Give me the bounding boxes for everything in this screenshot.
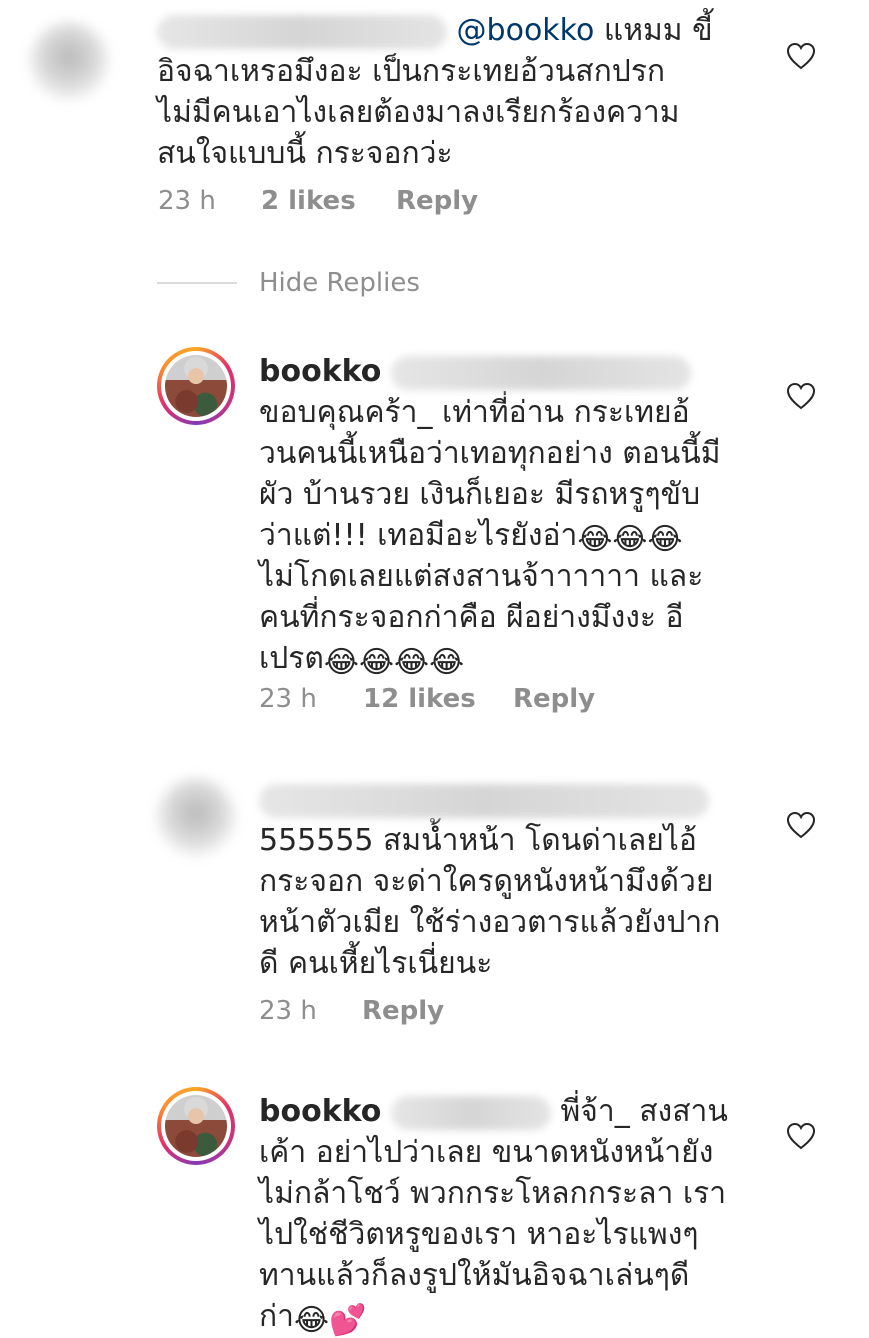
comment-line: หน้าตัวเมีย ใช้ร่างอวตารแล้วยังปาก: [259, 905, 721, 940]
divider: [157, 282, 237, 284]
reply-button[interactable]: Reply: [396, 186, 478, 216]
comment-line: ไม่กล้าโชว์ พวกกระโหลกกระลา เรา: [259, 1176, 727, 1211]
likes-count[interactable]: 12 likes: [363, 684, 476, 714]
comment-line: 555555 สมน้ำหน้า โดนด่าเลยไอ้: [259, 823, 697, 858]
comment-text: 555555 สมน้ำหน้า โดนด่าเลยไอ้ กระจอก จะด…: [259, 779, 779, 984]
heart-outline-icon[interactable]: [786, 811, 816, 839]
avatar[interactable]: [157, 1087, 235, 1165]
hide-replies-button[interactable]: Hide Replies: [259, 268, 420, 298]
reply-button[interactable]: Reply: [362, 996, 444, 1026]
laughing-heart-emoji: 😂💕: [294, 1303, 367, 1338]
redacted-username: [157, 14, 447, 49]
likes-count[interactable]: 2 likes: [261, 186, 356, 216]
username[interactable]: bookko: [259, 1094, 381, 1129]
comment-line: bookko: [259, 351, 779, 392]
comment-line: ผัว บ้านรวย เงินก็เยอะ มีรถหรูๆขับ: [259, 477, 701, 512]
comment-line-text: ว่าแต่!!! เทอมีอะไรยังอ่า: [259, 518, 578, 553]
reply-button[interactable]: Reply: [513, 684, 595, 714]
comment-line: ไม่มีคนเอาไงเลยต้องมาลงเรียกร้องความ: [157, 95, 680, 130]
comment-line: วนคนนี้เหนือว่าเทอทุกอย่าง ตอนนี้มี: [259, 436, 721, 471]
comment-line: [259, 779, 779, 820]
comment-line: ทานแล้วก็ลงรูปให้มันอิจฉาเล่นๆดี: [259, 1258, 690, 1293]
laughing-emoji: 😂😂😂: [577, 522, 683, 557]
timestamp: 23 h: [158, 186, 216, 216]
comment-line-text: แหมม ขี้: [603, 13, 713, 48]
comment-line-text: เปรต: [259, 641, 324, 676]
comment-line: อิจฉาเหรอมึงอะ เป็นกระเทยอ้วนสกปรก: [157, 54, 666, 89]
comment-line: ว่าแต่!!! เทอมีอะไรยังอ่า😂😂😂: [259, 515, 779, 556]
comment-line: เปรต😂😂😂😂: [259, 638, 779, 679]
avatar[interactable]: [30, 22, 108, 100]
username[interactable]: bookko: [259, 354, 381, 389]
comment-line: ไปใช่ชีวิตหรูของเรา หาอะไรแพงๆ: [259, 1217, 699, 1252]
comment-text: bookko ขอบคุณคร้า_ เท่าที่อ่าน กระเทยอ้ …: [259, 351, 779, 679]
avatar[interactable]: [157, 347, 235, 425]
heart-outline-icon[interactable]: [786, 42, 816, 70]
comment-text: @bookko แหมม ขี้ อิจฉาเหรอมึงอะ เป็นกระเ…: [157, 10, 797, 174]
comment-line: สนใจแบบนี้ กระจอกว่ะ: [157, 136, 453, 171]
comment-line-text: พี่จ้า_ สงสาน: [560, 1094, 728, 1129]
laughing-emoji: 😂😂😂😂: [323, 645, 465, 680]
comment-line-text: ก่า: [259, 1299, 295, 1334]
mention-link[interactable]: @bookko: [457, 13, 595, 48]
comment-line: เค้า อย่าไปว่าเลย ขนาดหนังหน้ายัง: [259, 1135, 714, 1170]
timestamp: 23 h: [259, 996, 317, 1026]
comment-text: bookko พี่จ้า_ สงสาน เค้า อย่าไปว่าเลย ข…: [259, 1091, 779, 1337]
comment-line: คนที่กระจอกก่าคือ ผีอย่างมึงงะ อี: [259, 600, 684, 635]
comment-line: ก่า😂💕: [259, 1296, 779, 1337]
comment-line: bookko พี่จ้า_ สงสาน: [259, 1091, 779, 1132]
heart-outline-icon[interactable]: [786, 1122, 816, 1150]
redacted-mention: [390, 1095, 551, 1130]
avatar[interactable]: [157, 778, 235, 856]
comment-line: ดี คนเหี้ยไรเนี่ยนะ: [259, 946, 493, 981]
comment-line: กระจอก จะด่าใครดูหนังหน้ามึงด้วย: [259, 864, 714, 899]
comment-line: @bookko แหมม ขี้: [157, 10, 797, 51]
timestamp: 23 h: [259, 684, 317, 714]
redacted-mention: [390, 355, 691, 390]
heart-outline-icon[interactable]: [786, 382, 816, 410]
profile-photo: [165, 1095, 227, 1157]
redacted-username: [259, 783, 709, 818]
profile-photo: [165, 355, 227, 417]
comment-line: ขอบคุณคร้า_ เท่าที่อ่าน กระเทยอ้: [259, 395, 690, 430]
comment-line: ไม่โกดเลยแต่สงสานจ้าาาาาา และ: [259, 559, 704, 594]
